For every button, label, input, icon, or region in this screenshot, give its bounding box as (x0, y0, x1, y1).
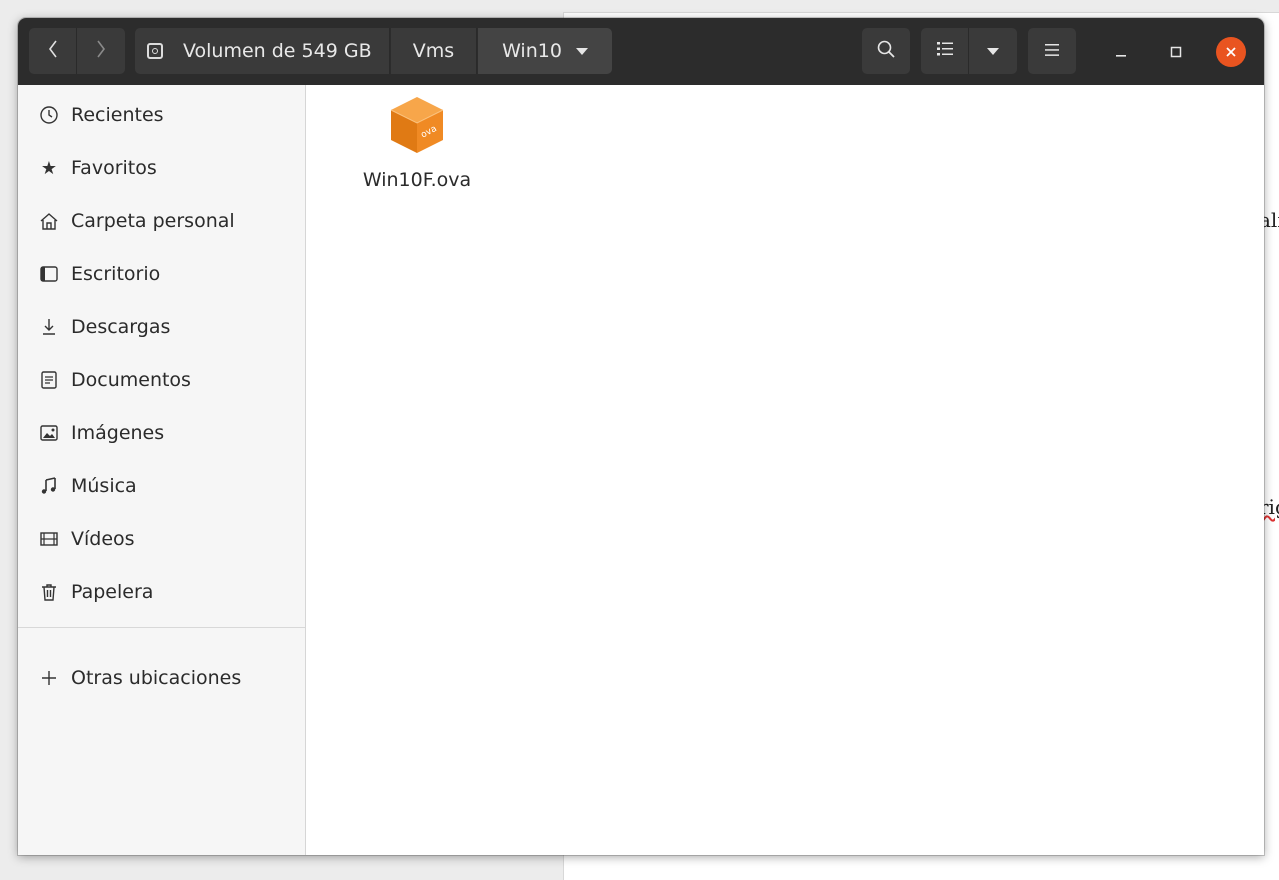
sidebar-item-label: Carpeta personal (71, 210, 235, 232)
chevron-down-icon (575, 47, 588, 55)
sidebar-item-label: Papelera (71, 581, 154, 603)
video-icon (38, 528, 60, 550)
sidebar-item-otras-ubicaciones[interactable]: Otras ubicaciones (18, 656, 305, 700)
breadcrumb-label: Vms (412, 40, 455, 62)
search-button[interactable] (862, 28, 910, 74)
breadcrumb-label: Volumen de 549 GB (183, 40, 372, 62)
file-manager-window: Volumen de 549 GB Vms Win10 Recientes ★ … (18, 18, 1264, 855)
breadcrumb-win10[interactable]: Win10 (478, 28, 612, 74)
sidebar-item-label: Vídeos (71, 528, 135, 550)
sidebar-separator (18, 627, 305, 628)
sidebar-item-documentos[interactable]: Documentos (18, 358, 305, 402)
close-icon (1225, 43, 1237, 62)
forward-button[interactable] (77, 28, 125, 74)
sidebar-item-label: Música (71, 475, 137, 497)
close-button[interactable] (1216, 37, 1246, 67)
file-item[interactable]: ova Win10F.ova (350, 93, 484, 193)
sidebar-item-carpeta-personal[interactable]: Carpeta personal (18, 199, 305, 243)
home-icon (38, 210, 60, 232)
drive-icon (147, 43, 163, 59)
breadcrumb-label: Win10 (502, 40, 562, 62)
desktop-icon (38, 263, 60, 285)
trash-icon (38, 581, 60, 603)
file-name: Win10F.ova (362, 169, 472, 191)
sidebar: Recientes ★ Favoritos Carpeta personal E… (18, 85, 306, 855)
sidebar-item-escritorio[interactable]: Escritorio (18, 252, 305, 296)
chevron-right-icon (95, 39, 107, 64)
search-icon (876, 39, 896, 64)
plus-icon (38, 667, 60, 689)
menu-button[interactable] (1028, 28, 1076, 74)
chevron-down-icon (987, 47, 999, 55)
sidebar-item-descargas[interactable]: Descargas (18, 305, 305, 349)
file-view: ova Win10F.ova (306, 85, 1264, 855)
sidebar-item-papelera[interactable]: Papelera (18, 570, 305, 614)
sidebar-item-favoritos[interactable]: ★ Favoritos (18, 146, 305, 190)
recent-icon (38, 104, 60, 126)
sidebar-item-musica[interactable]: Música (18, 464, 305, 508)
headerbar: Volumen de 549 GB Vms Win10 (18, 18, 1264, 85)
sidebar-item-label: Otras ubicaciones (71, 667, 242, 689)
ova-package-icon: ova (385, 93, 449, 161)
breadcrumb-volume[interactable]: Volumen de 549 GB (135, 28, 390, 74)
back-button[interactable] (29, 28, 77, 74)
sidebar-item-label: Favoritos (71, 157, 157, 179)
maximize-icon (1170, 43, 1182, 62)
sidebar-item-imagenes[interactable]: Imágenes (18, 411, 305, 455)
sidebar-item-videos[interactable]: Vídeos (18, 517, 305, 561)
sidebar-item-label: Documentos (71, 369, 191, 391)
chevron-left-icon (47, 39, 59, 64)
document-icon (38, 369, 60, 391)
minimize-button[interactable] (1106, 37, 1136, 67)
sidebar-item-label: Descargas (71, 316, 171, 338)
image-icon (38, 422, 60, 444)
sidebar-item-label: Recientes (71, 104, 164, 126)
sidebar-item-label: Escritorio (71, 263, 161, 285)
sidebar-item-recientes[interactable]: Recientes (18, 93, 305, 137)
view-options-dropdown[interactable] (969, 28, 1017, 74)
sidebar-item-label: Imágenes (71, 422, 165, 444)
view-mode-button[interactable] (921, 28, 969, 74)
breadcrumb-vms[interactable]: Vms (391, 28, 477, 74)
music-icon (38, 475, 60, 497)
minimize-icon (1115, 43, 1127, 62)
hamburger-icon (1044, 40, 1060, 62)
list-view-icon (936, 40, 954, 62)
download-icon (38, 316, 60, 338)
maximize-button[interactable] (1161, 37, 1191, 67)
star-icon: ★ (40, 157, 58, 179)
